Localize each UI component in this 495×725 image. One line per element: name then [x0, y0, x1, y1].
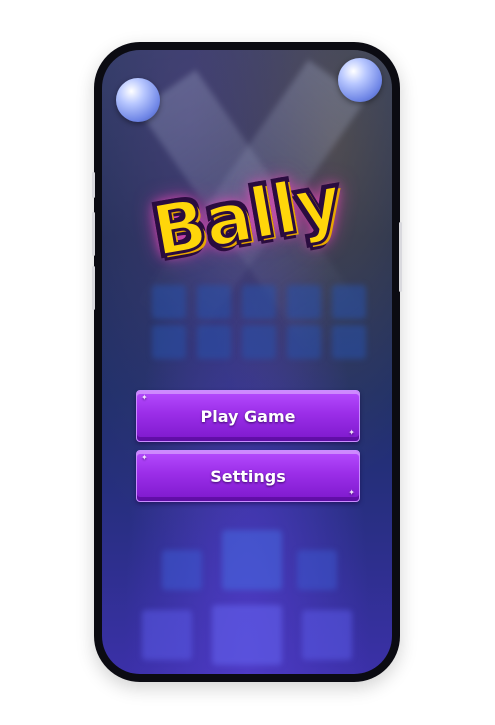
phone-side-button: [92, 172, 95, 198]
background-tile: [242, 325, 276, 359]
glossy-ball-icon: [338, 58, 382, 102]
background-tile: [142, 610, 192, 660]
settings-label: Settings: [210, 466, 286, 486]
game-logo: Bally: [102, 145, 392, 295]
background-tile: [297, 550, 337, 590]
game-screen: Bally ✦ Play Game ✦ ✦ Settings ✦: [102, 50, 392, 674]
sparkle-icon: ✦: [348, 428, 355, 437]
play-game-label: Play Game: [200, 406, 296, 426]
game-title: Bally: [145, 158, 349, 275]
phone-frame: Bally ✦ Play Game ✦ ✦ Settings ✦: [92, 42, 402, 682]
background-tile: [222, 530, 282, 590]
phone-power-button: [399, 222, 402, 292]
background-tile: [287, 325, 321, 359]
background-tile: [197, 325, 231, 359]
glossy-ball-icon: [116, 78, 160, 122]
phone-volume-up-button: [92, 212, 95, 256]
background-tile: [302, 610, 352, 660]
background-tile: [152, 325, 186, 359]
background-tile: [332, 325, 366, 359]
sparkle-icon: ✦: [348, 488, 355, 497]
background-tile: [212, 605, 282, 665]
app-stage: Bally ✦ Play Game ✦ ✦ Settings ✦: [0, 0, 495, 725]
settings-button[interactable]: ✦ Settings ✦: [136, 450, 360, 502]
phone-volume-down-button: [92, 266, 95, 310]
sparkle-icon: ✦: [141, 453, 148, 462]
play-game-button[interactable]: ✦ Play Game ✦: [136, 390, 360, 442]
sparkle-icon: ✦: [141, 393, 148, 402]
background-tile: [162, 550, 202, 590]
